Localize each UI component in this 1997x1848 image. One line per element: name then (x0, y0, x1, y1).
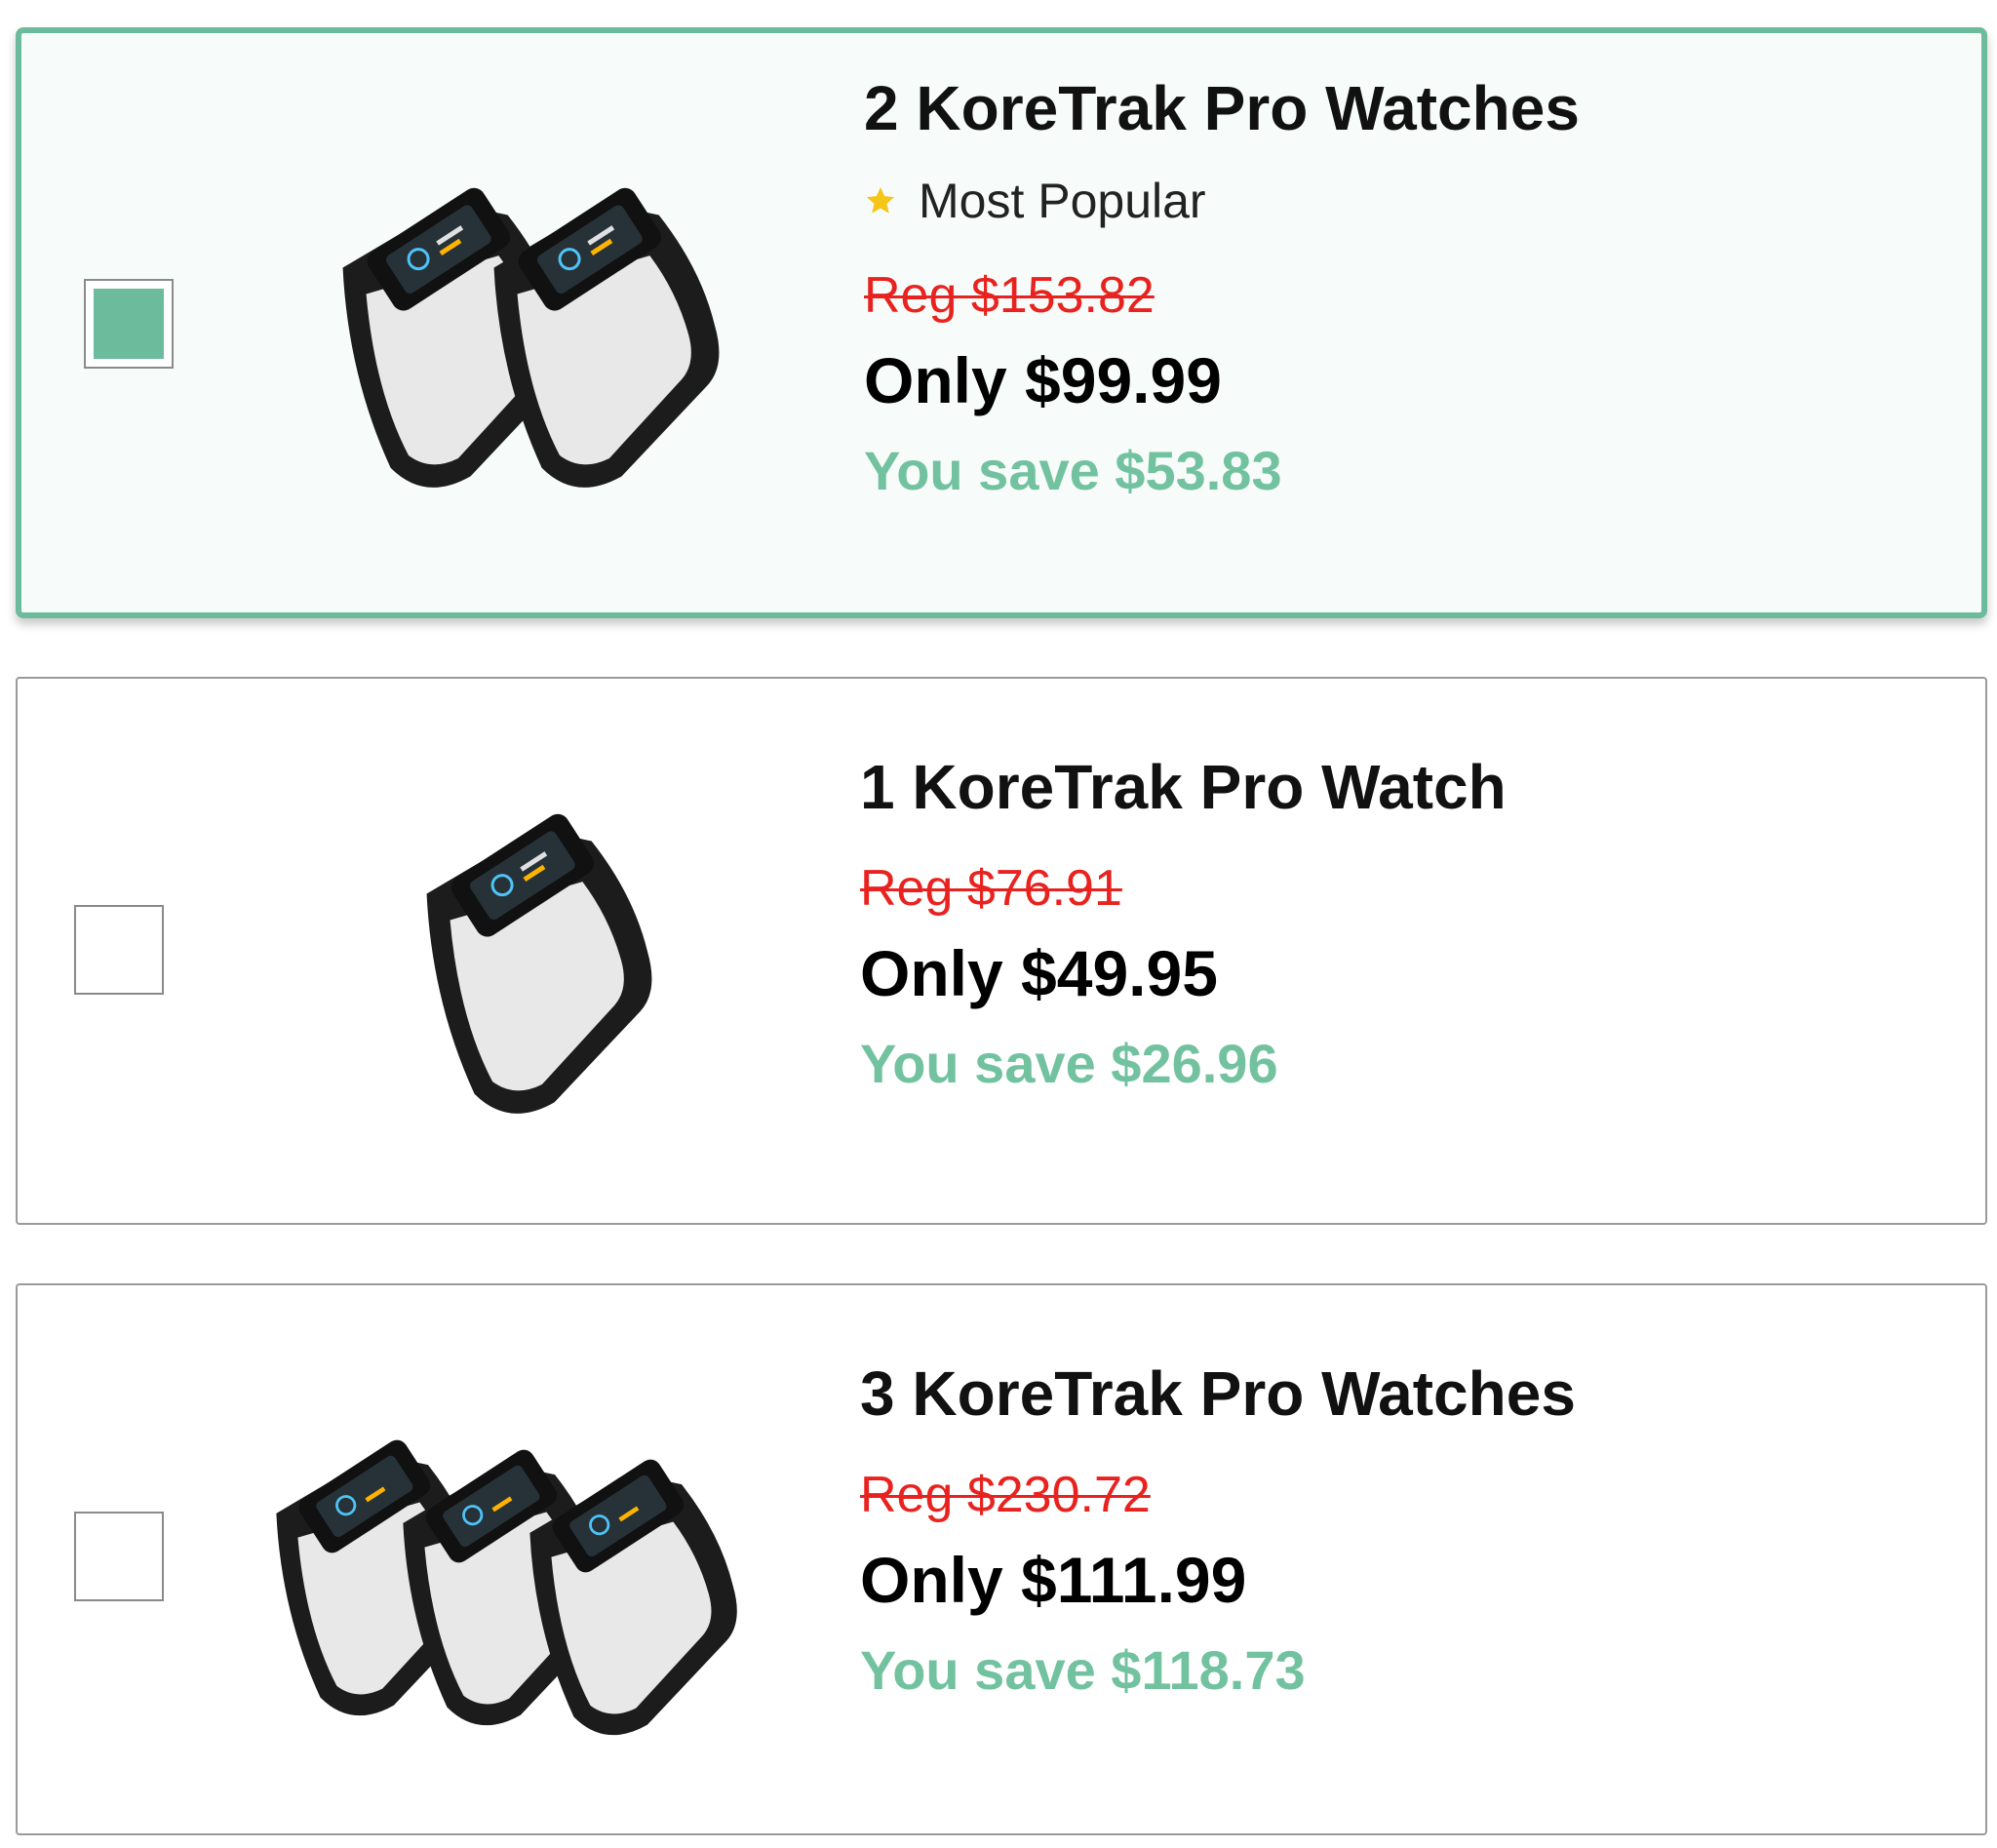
offer-title: 1 KoreTrak Pro Watch (860, 752, 1507, 822)
badge-label: Most Popular (919, 174, 1206, 228)
sale-price: Only $99.99 (864, 344, 1222, 416)
watch-single-illustration (426, 813, 652, 1114)
offer-card-2-watches[interactable]: 2 KoreTrak Pro Watches Most Popular Reg … (16, 27, 1987, 618)
product-image-2-watches (294, 150, 782, 531)
offer-info: 1 KoreTrak Pro Watch Reg $76.91 Only $49… (860, 749, 1507, 1098)
watch-trio-illustration (276, 1439, 737, 1736)
most-popular-badge: Most Popular (864, 172, 1580, 230)
offer-info: 3 KoreTrak Pro Watches Reg $230.72 Only … (860, 1356, 1576, 1705)
watch-icon (493, 187, 720, 488)
offer-checkbox[interactable] (74, 905, 164, 995)
star-icon (866, 186, 895, 214)
savings-text: You save $26.96 (860, 1033, 1278, 1094)
offer-title: 2 KoreTrak Pro Watches (864, 73, 1580, 143)
offer-card-1-watch[interactable]: 1 KoreTrak Pro Watch Reg $76.91 Only $49… (16, 677, 1987, 1225)
offer-card-3-watches[interactable]: 3 KoreTrak Pro Watches Reg $230.72 Only … (16, 1283, 1987, 1835)
sale-price: Only $111.99 (860, 1544, 1247, 1616)
savings-text: You save $53.83 (864, 440, 1282, 501)
watch-pair-illustration (342, 187, 720, 488)
watch-icon (426, 813, 652, 1114)
regular-price: Reg $76.91 (860, 860, 1122, 917)
sale-price: Only $49.95 (860, 937, 1218, 1009)
savings-text: You save $118.73 (860, 1639, 1306, 1701)
checkbox-fill (94, 289, 164, 359)
offer-info: 2 KoreTrak Pro Watches Most Popular Reg … (864, 70, 1580, 505)
regular-price: Reg $230.72 (860, 1467, 1151, 1523)
product-image-1-watch (359, 776, 690, 1147)
offer-list: 2 KoreTrak Pro Watches Most Popular Reg … (0, 0, 1997, 1848)
offer-checkbox-checked[interactable] (84, 279, 174, 369)
offer-title: 3 KoreTrak Pro Watches (860, 1358, 1576, 1429)
regular-price: Reg $153.82 (864, 267, 1155, 324)
product-image-3-watches (252, 1393, 798, 1763)
offer-checkbox[interactable] (74, 1512, 164, 1601)
